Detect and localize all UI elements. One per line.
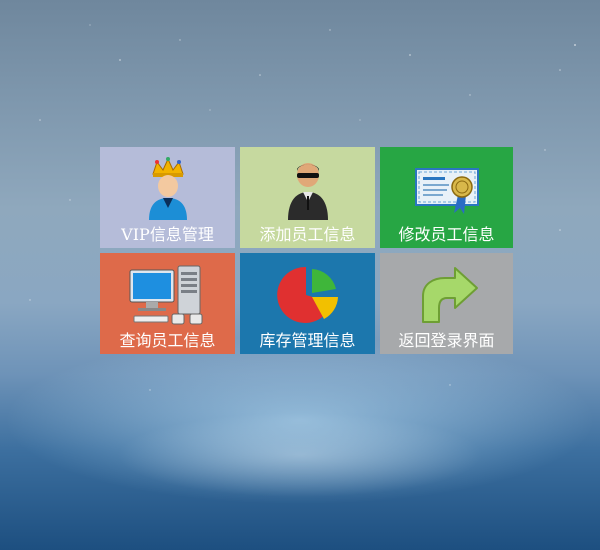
employee-add-icon — [240, 155, 375, 223]
vip-crown-user-icon — [100, 155, 235, 223]
pie-chart-icon — [240, 261, 375, 329]
tile-label: VIP信息管理 — [121, 225, 214, 244]
tile-label: 库存管理信息 — [259, 331, 356, 350]
stock-management-tile[interactable]: 库存管理信息 — [240, 253, 375, 354]
tile-label: 返回登录界面 — [398, 331, 495, 350]
return-login-tile[interactable]: 返回登录界面 — [380, 253, 513, 354]
query-employee-tile[interactable]: 查询员工信息 — [100, 253, 235, 354]
tile-label: 查询员工信息 — [119, 331, 216, 350]
certificate-edit-icon — [380, 155, 513, 223]
tile-label: 修改员工信息 — [398, 225, 495, 244]
return-arrow-icon — [380, 261, 513, 329]
vip-management-tile[interactable]: VIP信息管理 — [100, 147, 235, 248]
tile-label: 添加员工信息 — [259, 225, 356, 244]
edit-employee-tile[interactable]: 修改员工信息 — [380, 147, 513, 248]
add-employee-tile[interactable]: 添加员工信息 — [240, 147, 375, 248]
computer-server-query-icon — [100, 261, 235, 329]
